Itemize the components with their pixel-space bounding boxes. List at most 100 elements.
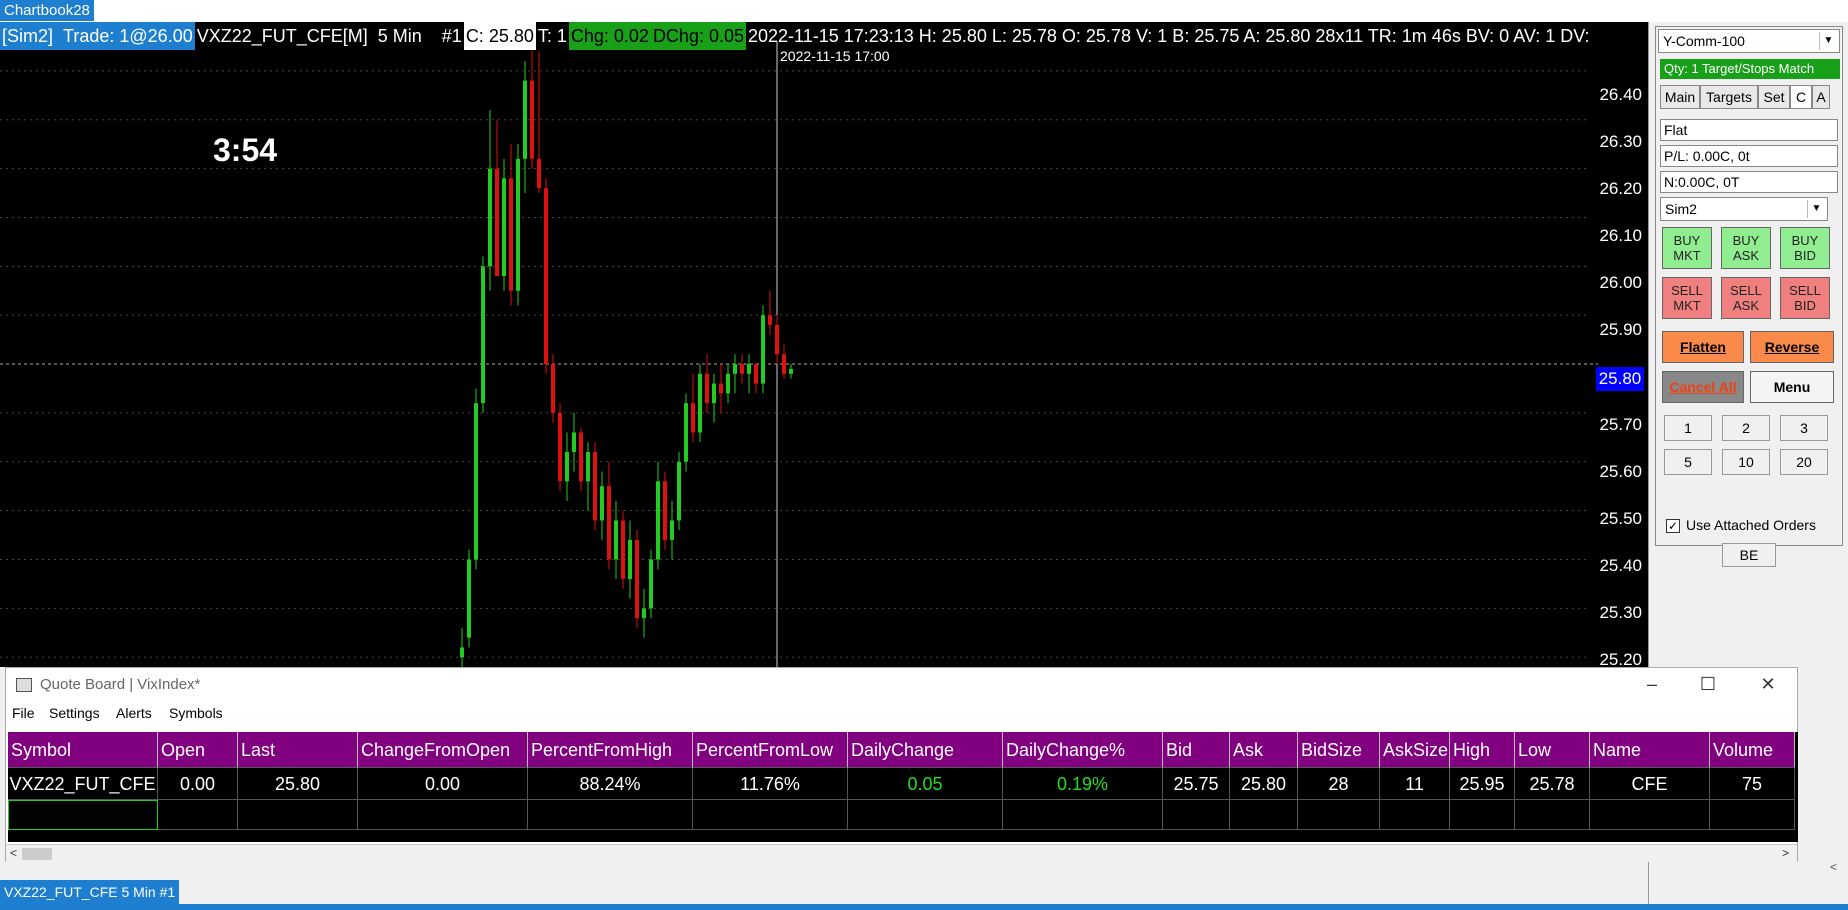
column-header[interactable]: Volume [1710, 732, 1795, 768]
candlestick-plot[interactable] [0, 22, 1648, 667]
account-combo[interactable]: Y-Comm-100 ▼ [1658, 29, 1840, 53]
column-header[interactable]: Last [238, 732, 358, 768]
qty-5-button[interactable]: 5 [1664, 449, 1712, 475]
column-header[interactable]: Low [1515, 732, 1590, 768]
table-cell-empty[interactable] [8, 800, 158, 830]
tab-targets[interactable]: Targets [1700, 85, 1758, 109]
table-row-empty[interactable] [8, 800, 1798, 830]
quote-board-titlebar[interactable]: Quote Board | VixIndex* – ☐ ✕ [6, 668, 1797, 702]
column-header[interactable]: High [1450, 732, 1515, 768]
qty-20-button[interactable]: 20 [1780, 449, 1828, 475]
buy-mkt-button[interactable]: BUY MKT [1662, 227, 1712, 269]
menu-symbols[interactable]: Symbols [169, 705, 223, 721]
info-number: #1 [441, 26, 462, 46]
table-cell[interactable]: 0.19% [1003, 768, 1163, 800]
table-cell-empty[interactable] [158, 800, 238, 830]
table-row[interactable]: VXZ22_FUT_CFE 0.00 25.80 0.00 88.24% 11.76% 0.… [8, 768, 1798, 800]
column-header[interactable]: Bid [1163, 732, 1230, 768]
qty-1-button[interactable]: 1 [1664, 415, 1712, 441]
account-select[interactable]: Sim2 ▼ [1660, 197, 1828, 221]
horizontal-scrollbar[interactable]: < > [6, 844, 1797, 862]
table-cell-empty[interactable] [1163, 800, 1230, 830]
price-chart[interactable]: [Sim2] Trade: 1@26.00 VXZ22_FUT_CFE[M] 5 M… [0, 22, 1648, 667]
table-cell[interactable]: 0.00 [158, 768, 238, 800]
candle-body [726, 373, 730, 394]
table-cell-empty[interactable] [848, 800, 1003, 830]
table-cell[interactable]: 25.78 [1515, 768, 1590, 800]
table-cell[interactable]: 0.00 [358, 768, 528, 800]
tab-c[interactable]: C [1790, 85, 1812, 109]
menu-file[interactable]: File [12, 705, 35, 721]
table-cell[interactable]: 11 [1380, 768, 1450, 800]
table-cell[interactable]: 25.75 [1163, 768, 1230, 800]
sell-bid-button[interactable]: SELL BID [1780, 277, 1830, 319]
candle-body [754, 364, 758, 384]
close-icon[interactable]: ✕ [1753, 672, 1783, 696]
column-header[interactable]: Symbol [8, 732, 158, 768]
table-cell-empty[interactable] [1515, 800, 1590, 830]
sell-ask-button[interactable]: SELL ASK [1721, 277, 1771, 319]
chevron-down-icon[interactable]: ▼ [1807, 200, 1825, 218]
table-cell-empty[interactable] [1380, 800, 1450, 830]
table-cell-empty[interactable] [528, 800, 693, 830]
chartbook-tab[interactable]: Chartbook28 [0, 0, 94, 21]
qty-10-button[interactable]: 10 [1722, 449, 1770, 475]
menu-alerts[interactable]: Alerts [116, 705, 152, 721]
y-tick-label: 26.20 [1599, 179, 1642, 198]
column-header[interactable]: PercentFromHigh [528, 732, 693, 768]
tab-main[interactable]: Main [1660, 85, 1700, 109]
column-header[interactable]: ChangeFromOpen [358, 732, 528, 768]
column-header[interactable]: BidSize [1298, 732, 1380, 768]
table-cell[interactable]: 25.80 [238, 768, 358, 800]
qty-status: Qty: 1 Target/Stops Match [1660, 59, 1840, 79]
scroll-thumb[interactable] [22, 848, 52, 860]
tab-set[interactable]: Set [1758, 85, 1790, 109]
candle-body [460, 647, 464, 658]
column-header[interactable]: Open [158, 732, 238, 768]
tab-a[interactable]: A [1812, 85, 1830, 109]
buy-ask-button[interactable]: BUY ASK [1721, 227, 1771, 269]
table-cell[interactable]: 0.05 [848, 768, 1003, 800]
table-cell[interactable]: CFE [1590, 768, 1710, 800]
table-cell-empty[interactable] [1298, 800, 1380, 830]
qty-2-button[interactable]: 2 [1722, 415, 1770, 441]
column-header[interactable]: Name [1590, 732, 1710, 768]
column-header[interactable]: DailyChange [848, 732, 1003, 768]
table-cell[interactable]: 11.76% [693, 768, 848, 800]
chart-bottom-tab[interactable]: VXZ22_FUT_CFE 5 Min #1 [0, 880, 180, 904]
table-cell[interactable]: 25.95 [1450, 768, 1515, 800]
use-attached-checkbox[interactable]: ✓ [1666, 519, 1680, 533]
table-cell-empty[interactable] [238, 800, 358, 830]
table-cell[interactable]: 88.24% [528, 768, 693, 800]
table-cell[interactable]: 28 [1298, 768, 1380, 800]
table-cell-empty[interactable] [1590, 800, 1710, 830]
table-cell[interactable]: 25.80 [1230, 768, 1298, 800]
column-header[interactable]: AskSize [1380, 732, 1450, 768]
scroll-right-icon[interactable]: > [1782, 846, 1789, 860]
reverse-button[interactable]: Reverse [1750, 331, 1834, 363]
table-cell-empty[interactable] [693, 800, 848, 830]
qty-3-button[interactable]: 3 [1780, 415, 1828, 441]
cancel-all-button[interactable]: Cancel All [1662, 371, 1744, 403]
menu-settings[interactable]: Settings [49, 705, 100, 721]
menu-button[interactable]: Menu [1750, 371, 1834, 403]
column-header[interactable]: DailyChange% [1003, 732, 1163, 768]
table-cell-empty[interactable] [1450, 800, 1515, 830]
table-cell-empty[interactable] [1003, 800, 1163, 830]
buy-bid-button[interactable]: BUY BID [1780, 227, 1830, 269]
sell-mkt-button[interactable]: SELL MKT [1662, 277, 1712, 319]
table-cell[interactable]: 75 [1710, 768, 1795, 800]
table-cell-empty[interactable] [1230, 800, 1298, 830]
scroll-left-icon[interactable]: < [10, 846, 17, 860]
column-header[interactable]: PercentFromLow [693, 732, 848, 768]
flatten-button[interactable]: Flatten [1662, 331, 1744, 363]
table-cell-empty[interactable] [1710, 800, 1795, 830]
column-header[interactable]: Ask [1230, 732, 1298, 768]
table-cell[interactable]: VXZ22_FUT_CFE [8, 768, 158, 800]
maximize-icon[interactable]: ☐ [1693, 672, 1723, 696]
chevron-down-icon[interactable]: ▼ [1819, 32, 1837, 50]
breakeven-button[interactable]: BE [1722, 543, 1776, 567]
scroll-left-icon[interactable]: < [1830, 860, 1837, 874]
table-cell-empty[interactable] [358, 800, 528, 830]
minimize-icon[interactable]: – [1637, 672, 1667, 696]
